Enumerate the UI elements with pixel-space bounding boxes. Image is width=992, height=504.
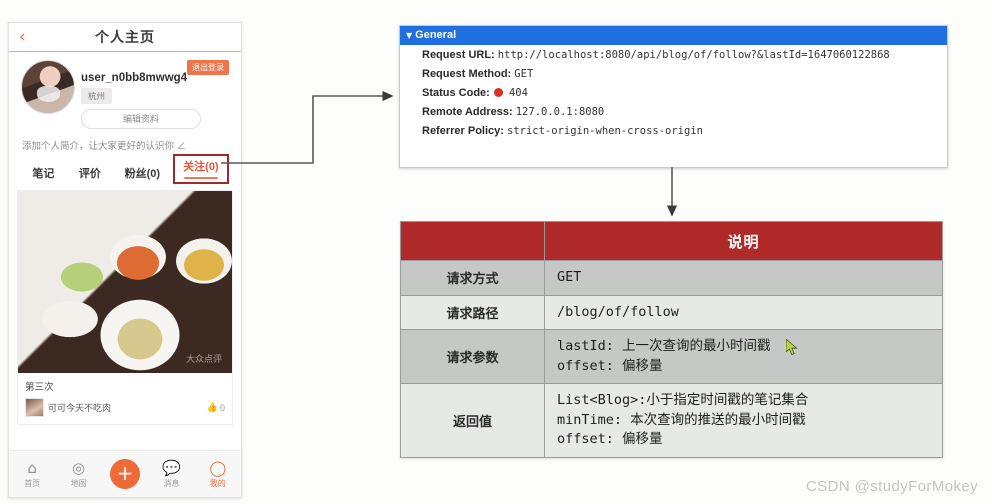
profile-block: user_n0bb8mwwg4 退出登录 杭州 编辑资料 添加个人简介，让大家更…	[9, 52, 241, 184]
username-row: user_n0bb8mwwg4 退出登录	[81, 60, 231, 84]
status-code-value: 404	[508, 86, 528, 99]
nav-label-map: 地图	[70, 478, 87, 488]
devtools-row: Remote Address: 127.0.0.1:8080	[400, 102, 947, 121]
tab-follow-label: 关注(0)	[183, 160, 219, 173]
devtools-row: Status Code: 404	[400, 83, 947, 102]
arrow-tab-to-devtools	[221, 90, 394, 164]
map-pin-icon: ◎	[72, 458, 86, 477]
profile-tabs: 笔记 评价 粉丝(0) 关注(0)	[19, 153, 231, 184]
phone-header: ‹ 个人主页	[9, 23, 241, 52]
like-count: 0	[219, 402, 225, 413]
devtools-row: Referrer Policy: strict-origin-when-cros…	[400, 121, 947, 140]
row-label-path: 请求路径	[400, 294, 545, 331]
table-header-blank	[400, 221, 545, 261]
devtools-section-header[interactable]: ▼ General	[400, 26, 947, 45]
post-card[interactable]: 大众点评 第三次 可可今天不吃肉 👍 0	[17, 190, 233, 425]
user-icon: ◯	[209, 458, 227, 477]
devtools-section-title: General	[415, 29, 457, 41]
city-badge: 杭州	[81, 88, 113, 104]
username-label: user_n0bb8mwwg4	[81, 72, 188, 84]
table-header-row: 说明	[400, 221, 943, 261]
request-url-key: Request URL:	[422, 48, 495, 61]
nav-label-messages: 消息	[163, 478, 180, 488]
nav-item-messages[interactable]: 💬 消息	[149, 458, 193, 489]
csdn-watermark: CSDN @studyForMokey	[805, 478, 978, 495]
post-author-avatar	[25, 398, 44, 417]
nav-item-home[interactable]: ⌂ 首页	[10, 458, 54, 489]
nav-label-home: 首页	[24, 478, 41, 488]
bottom-tabbar: ⌂ 首页 ◎ 地图 + 💬 消息 ◯ 我的	[9, 450, 241, 497]
row-value-path: /blog/of/follow	[544, 294, 943, 331]
status-error-icon	[493, 87, 503, 97]
request-url-value: http://localhost:8080/api/blog/of/follow…	[497, 48, 890, 61]
avatar[interactable]	[21, 60, 75, 114]
remote-address-key: Remote Address:	[422, 105, 513, 118]
bio-placeholder[interactable]: 添加个人简介，让大家更好的认识你 ∠	[19, 138, 231, 152]
post-photo: 大众点评	[18, 191, 232, 373]
referrer-policy-value: strict-origin-when-cross-origin	[507, 124, 703, 137]
nav-label-mine: 我的	[209, 478, 226, 488]
triangle-down-icon[interactable]: ▼	[406, 31, 412, 40]
page-title: 个人主页	[95, 29, 155, 45]
chevron-left-icon[interactable]: ‹	[19, 28, 26, 46]
api-spec-table: 说明 请求方式 GET 请求路径 /blog/of/follow 请求参数 la…	[400, 221, 943, 458]
nav-item-create[interactable]: +	[103, 459, 147, 489]
row-label-return: 返回值	[400, 383, 545, 458]
post-footer: 可可今天不吃肉 👍 0	[18, 396, 232, 424]
table-row: 请求路径 /blog/of/follow	[400, 294, 943, 331]
table-row: 请求参数 lastId: 上一次查询的最小时间戳 offset: 偏移量	[400, 329, 943, 385]
photo-watermark: 大众点评	[185, 354, 222, 364]
tab-follow-highlight[interactable]: 关注(0)	[172, 153, 229, 184]
home-icon: ⌂	[27, 458, 37, 477]
row-label-params: 请求参数	[400, 329, 545, 385]
request-method-value: GET	[514, 67, 534, 80]
nav-item-map[interactable]: ◎ 地图	[57, 458, 101, 489]
row-label-method: 请求方式	[400, 260, 545, 296]
table-row: 返回值 List<Blog>:小于指定时间戳的笔记集合 minTime: 本次查…	[400, 383, 943, 458]
devtools-network-general-panel: ▼ General Request URL: http://localhost:8…	[399, 25, 948, 168]
plus-icon[interactable]: +	[109, 459, 140, 489]
message-icon: 💬	[162, 458, 181, 477]
referrer-policy-key: Referrer Policy:	[422, 124, 504, 137]
sidebar-item-fans[interactable]: 粉丝(0)	[114, 162, 171, 184]
post-title: 第三次	[25, 382, 54, 393]
mouse-cursor	[786, 339, 798, 356]
row-value-return: List<Blog>:小于指定时间戳的笔记集合 minTime: 本次查询的推送…	[544, 383, 943, 458]
remote-address-value: 127.0.0.1:8080	[515, 105, 605, 118]
devtools-row: Request URL: http://localhost:8080/api/b…	[400, 45, 947, 64]
thumbs-up-icon: 👍	[206, 402, 218, 413]
nav-item-mine[interactable]: ◯ 我的	[196, 458, 240, 489]
sidebar-item-reviews[interactable]: 评价	[66, 162, 114, 184]
row-value-params: lastId: 上一次查询的最小时间戳 offset: 偏移量	[544, 329, 943, 385]
logout-button[interactable]: 退出登录	[187, 60, 229, 75]
edit-profile-button[interactable]: 编辑资料	[81, 109, 201, 129]
sidebar-item-notes[interactable]: 笔记	[21, 162, 66, 184]
like-group[interactable]: 👍 0	[207, 403, 225, 413]
table-header-description: 说明	[544, 221, 943, 261]
active-tab-underline	[183, 176, 218, 179]
status-code-key: Status Code:	[422, 86, 490, 99]
devtools-row: Request Method: GET	[400, 64, 947, 83]
post-author-name: 可可今天不吃肉	[48, 403, 112, 413]
row-value-method: GET	[544, 260, 943, 296]
phone-mockup: ‹ 个人主页 user_n0bb8mwwg4 退出登录 杭州 编辑资料 添加个人…	[8, 22, 242, 498]
request-method-key: Request Method:	[422, 67, 512, 80]
table-row: 请求方式 GET	[400, 260, 943, 296]
